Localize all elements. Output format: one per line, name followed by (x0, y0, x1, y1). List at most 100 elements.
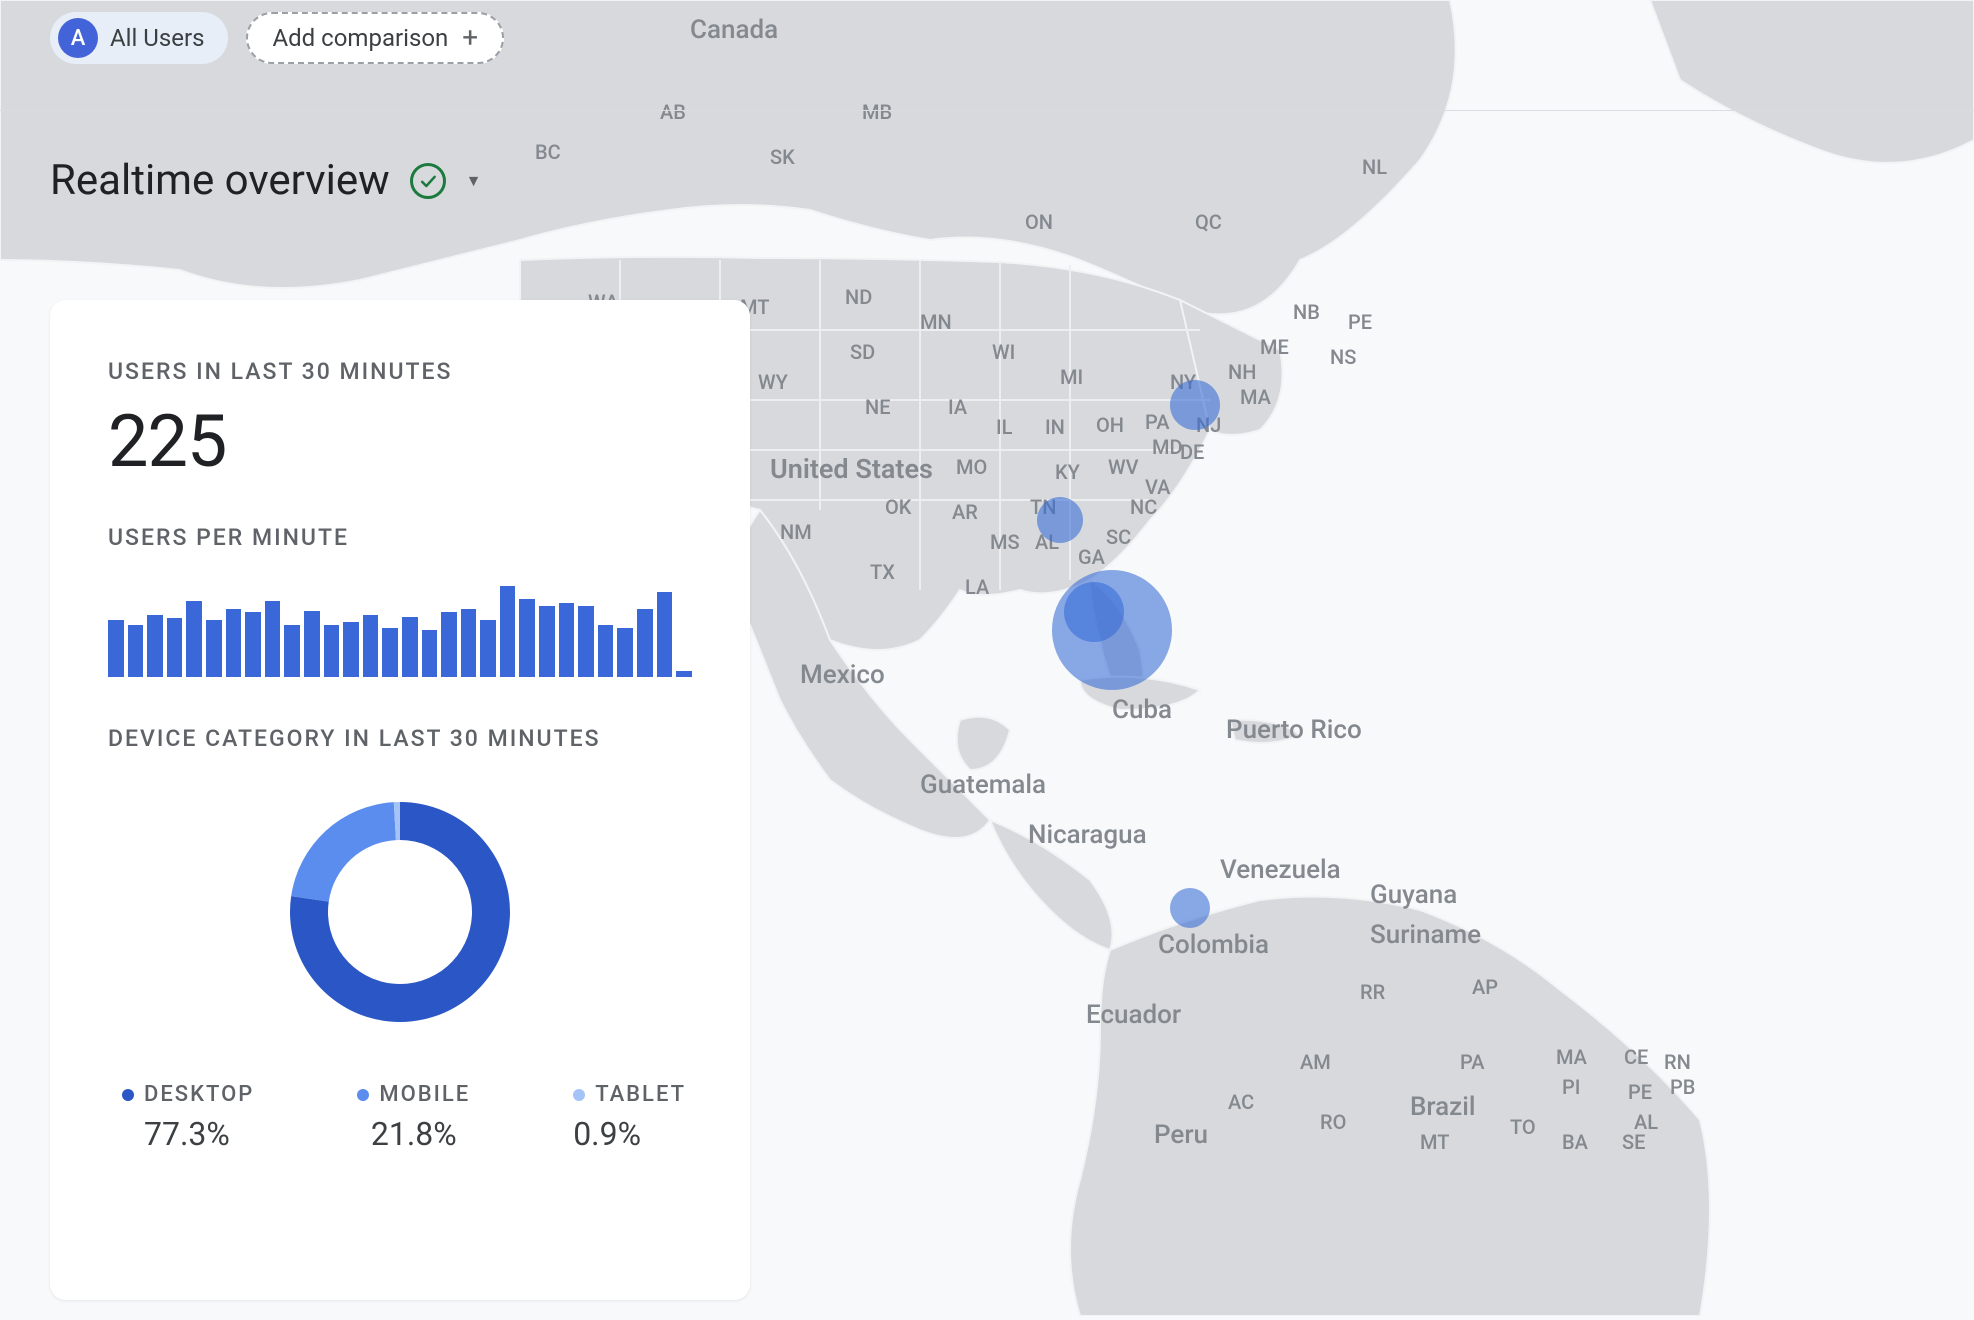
header-divider (0, 110, 1974, 111)
legend-value-desktop: 77.3% (144, 1115, 230, 1153)
map-label: SD (850, 340, 875, 364)
bar (206, 620, 222, 677)
device-legend: DESKTOP 77.3% MOBILE 21.8% TABLET 0.9% (108, 1082, 692, 1153)
map-label: OH (1096, 413, 1124, 437)
bar (108, 620, 124, 677)
bar (519, 599, 535, 677)
chevron-down-icon[interactable]: ▼ (466, 171, 482, 191)
segment-pill-all-users[interactable]: A All Users (50, 12, 228, 64)
map-label: NL (1362, 155, 1387, 179)
bar (480, 620, 496, 677)
bar (226, 609, 242, 677)
map-label: Colombia (1158, 930, 1269, 960)
bar (147, 615, 163, 677)
bar (402, 617, 418, 677)
map-label: PA (1145, 410, 1170, 434)
map-label: KY (1055, 460, 1080, 484)
user-activity-bubble (1064, 582, 1124, 642)
donut-slice-mobile (291, 802, 396, 901)
map-label: RO (1320, 1110, 1346, 1134)
map-label: Nicaragua (1028, 820, 1147, 850)
legend-dot-desktop (122, 1089, 134, 1101)
plus-icon: + (462, 24, 478, 52)
map-label: SC (1106, 525, 1131, 549)
user-activity-bubble (1170, 380, 1220, 430)
map-label: LA (965, 575, 989, 599)
map-label: IL (996, 415, 1012, 439)
legend-dot-tablet (573, 1089, 585, 1101)
map-label: NC (1130, 495, 1157, 519)
bar (343, 622, 359, 677)
map-label: IN (1045, 415, 1065, 439)
map-label: Peru (1154, 1120, 1208, 1150)
map-label: NE (865, 395, 891, 419)
map-label: Guyana (1370, 880, 1457, 910)
device-category-label: DEVICE CATEGORY IN LAST 30 MINUTES (108, 725, 692, 752)
map-label: DE (1180, 440, 1204, 464)
users-last-30-label: USERS IN LAST 30 MINUTES (108, 358, 692, 385)
segment-label: All Users (110, 24, 204, 52)
map-label: WI (992, 340, 1015, 364)
page-title: Realtime overview (50, 156, 390, 205)
bar (539, 606, 555, 677)
map-label: Guatemala (920, 770, 1046, 800)
legend-name-mobile: MOBILE (379, 1082, 470, 1107)
map-label: ON (1025, 210, 1053, 234)
bar (128, 625, 144, 677)
bar (637, 609, 653, 677)
map-label: MT (1420, 1130, 1449, 1154)
segment-badge-icon: A (58, 18, 98, 58)
map-label: MB (862, 100, 892, 124)
map-label: NB (1293, 300, 1320, 324)
legend-value-mobile: 21.8% (371, 1115, 457, 1153)
bar (676, 671, 692, 677)
user-activity-bubble (1037, 497, 1083, 543)
add-comparison-label: Add comparison (272, 24, 448, 52)
map-label: ME (1260, 335, 1289, 359)
map-label: MA (1240, 385, 1271, 409)
map-label: Mexico (800, 660, 885, 690)
map-label: AB (660, 100, 686, 124)
map-label: NH (1228, 360, 1256, 384)
map-label: NS (1330, 345, 1356, 369)
bar (578, 606, 594, 677)
map-label: MN (920, 310, 952, 334)
map-label: SE (1622, 1130, 1645, 1154)
legend-mobile: MOBILE 21.8% (357, 1082, 470, 1153)
status-check-icon[interactable] (410, 163, 446, 199)
map-label: AR (952, 500, 978, 524)
map-label: TO (1510, 1115, 1536, 1139)
bar (382, 628, 398, 677)
bar (284, 625, 300, 677)
bar (598, 625, 614, 677)
legend-desktop: DESKTOP 77.3% (122, 1082, 254, 1153)
bar (422, 630, 438, 678)
legend-tablet: TABLET 0.9% (573, 1082, 686, 1153)
bar (441, 612, 457, 677)
map-label: TX (870, 560, 895, 584)
map-label: ND (845, 285, 872, 309)
user-activity-bubble (1170, 888, 1210, 928)
map-label: Suriname (1370, 920, 1481, 950)
bar (617, 628, 633, 677)
device-donut-chart (280, 792, 520, 1032)
legend-name-tablet: TABLET (595, 1082, 686, 1107)
map-label: MA (1556, 1045, 1587, 1069)
map-label: Venezuela (1220, 855, 1341, 885)
add-comparison-button[interactable]: Add comparison + (246, 12, 504, 64)
bar (304, 611, 320, 678)
map-label: MD (1152, 435, 1183, 459)
map-label: United States (770, 453, 933, 485)
map-label: PI (1562, 1075, 1580, 1099)
realtime-card: USERS IN LAST 30 MINUTES 225 USERS PER M… (50, 300, 750, 1300)
bar (265, 601, 281, 677)
users-per-minute-label: USERS PER MINUTE (108, 524, 692, 551)
bar (167, 618, 183, 677)
map-label: PE (1348, 310, 1372, 334)
map-label: QC (1195, 210, 1222, 234)
map-label: Cuba (1112, 695, 1172, 725)
bar (363, 615, 379, 677)
map-label: MI (1060, 365, 1083, 389)
bar (186, 601, 202, 677)
map-label: PE (1628, 1080, 1652, 1104)
